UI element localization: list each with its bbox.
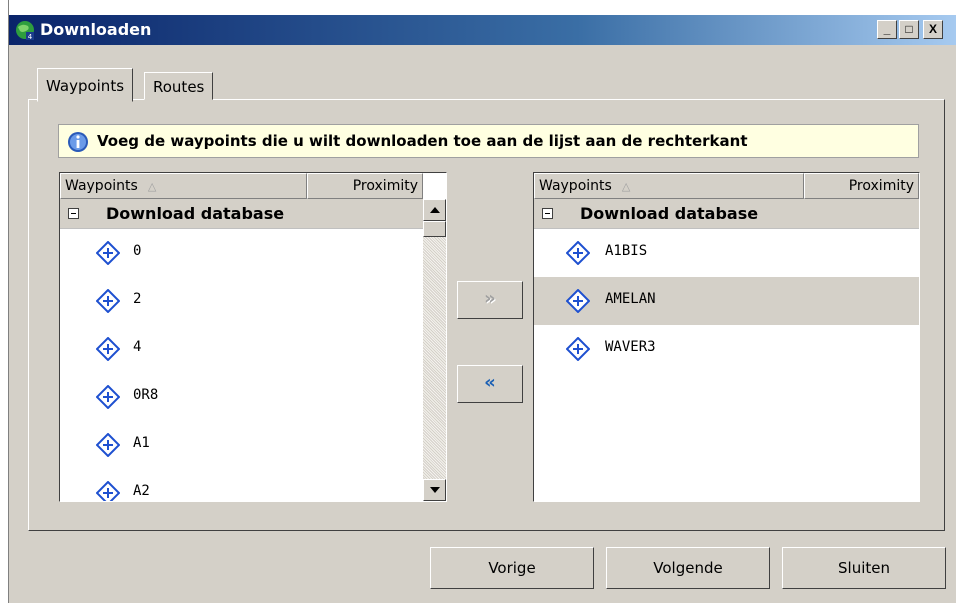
title-bar[interactable]: 4 Downloaden _ □ X xyxy=(9,15,956,45)
scroll-up-button[interactable] xyxy=(423,199,446,221)
waypoint-label: A1BIS xyxy=(605,243,648,259)
available-waypoints-list[interactable]: Waypoints △ Proximity Download database 0… xyxy=(59,172,447,502)
waypoint-label: 2 xyxy=(133,291,142,307)
waypoint-row[interactable]: 4 xyxy=(60,325,423,373)
desktop-edge xyxy=(0,0,9,603)
waypoint-row[interactable]: 0 xyxy=(60,229,423,277)
tab-waypoints[interactable]: Waypoints xyxy=(37,68,134,102)
waypoint-label: 0 xyxy=(133,243,142,259)
group-label: Download database xyxy=(106,204,285,223)
waypoint-label: 0R8 xyxy=(133,387,159,403)
waypoint-diamond-icon xyxy=(566,337,590,361)
sort-arrow-icon: △ xyxy=(147,180,157,193)
group-header[interactable]: Download database xyxy=(60,199,423,229)
remove-from-download-button[interactable]: « xyxy=(457,365,523,403)
collapse-icon[interactable] xyxy=(542,208,553,219)
group-label: Download database xyxy=(580,204,759,223)
scroll-thumb[interactable] xyxy=(423,221,446,237)
sort-arrow-icon: △ xyxy=(621,180,631,193)
waypoint-diamond-icon xyxy=(96,385,120,409)
next-button[interactable]: Volgende xyxy=(606,547,770,589)
list-header: Waypoints △ Proximity xyxy=(60,173,446,199)
waypoint-diamond-icon xyxy=(96,289,120,313)
tab-routes[interactable]: Routes xyxy=(144,72,214,100)
minimize-button[interactable]: _ xyxy=(877,20,897,39)
vertical-scrollbar[interactable] xyxy=(423,199,446,501)
waypoint-diamond-icon xyxy=(96,481,120,501)
close-dialog-button[interactable]: Sluiten xyxy=(782,547,946,589)
column-header-proximity[interactable]: Proximity xyxy=(804,173,919,199)
waypoint-row[interactable]: A1BIS xyxy=(534,229,919,277)
column-label: Waypoints xyxy=(539,178,612,194)
column-header-waypoints[interactable]: Waypoints △ xyxy=(60,173,307,199)
window-title: Downloaden xyxy=(40,20,152,39)
waypoint-label: A1 xyxy=(133,435,150,451)
info-icon xyxy=(68,132,88,152)
close-button[interactable]: X xyxy=(923,20,943,39)
waypoint-row[interactable]: AMELAN xyxy=(534,277,919,325)
waypoint-diamond-icon xyxy=(566,289,590,313)
waypoint-diamond-icon xyxy=(96,337,120,361)
column-label: Waypoints xyxy=(65,178,138,194)
svg-text:4: 4 xyxy=(28,33,33,40)
list-header: Waypoints △ Proximity xyxy=(534,173,919,199)
waypoint-label: 4 xyxy=(133,339,142,355)
waypoint-label: A2 xyxy=(133,483,150,499)
waypoint-row[interactable]: 2 xyxy=(60,277,423,325)
info-banner: Voeg de waypoints die u wilt downloaden … xyxy=(58,124,919,158)
scroll-down-button[interactable] xyxy=(423,479,446,501)
column-header-proximity[interactable]: Proximity xyxy=(307,173,423,199)
waypoint-label: AMELAN xyxy=(605,291,656,307)
arrow-down-icon xyxy=(430,487,440,493)
app-globe-icon: 4 xyxy=(16,21,34,40)
waypoint-diamond-icon xyxy=(96,433,120,457)
waypoint-row[interactable]: WAVER3 xyxy=(534,325,919,373)
previous-button[interactable]: Vorige xyxy=(430,547,594,589)
arrow-up-icon xyxy=(430,207,440,213)
waypoint-row[interactable]: 0R8 xyxy=(60,373,423,421)
add-to-download-button[interactable]: » xyxy=(457,281,523,319)
collapse-icon[interactable] xyxy=(68,208,79,219)
waypoint-diamond-icon xyxy=(566,241,590,265)
waypoint-row[interactable]: A1 xyxy=(60,421,423,469)
info-text: Voeg de waypoints die u wilt downloaden … xyxy=(97,132,748,150)
download-waypoints-list[interactable]: Waypoints △ Proximity Download database A… xyxy=(533,172,920,502)
column-header-waypoints[interactable]: Waypoints △ xyxy=(534,173,804,199)
waypoint-diamond-icon xyxy=(96,241,120,265)
maximize-button[interactable]: □ xyxy=(899,20,919,39)
group-header[interactable]: Download database xyxy=(534,199,919,229)
waypoint-row[interactable]: A2 xyxy=(60,469,423,501)
waypoint-label: WAVER3 xyxy=(605,339,656,355)
